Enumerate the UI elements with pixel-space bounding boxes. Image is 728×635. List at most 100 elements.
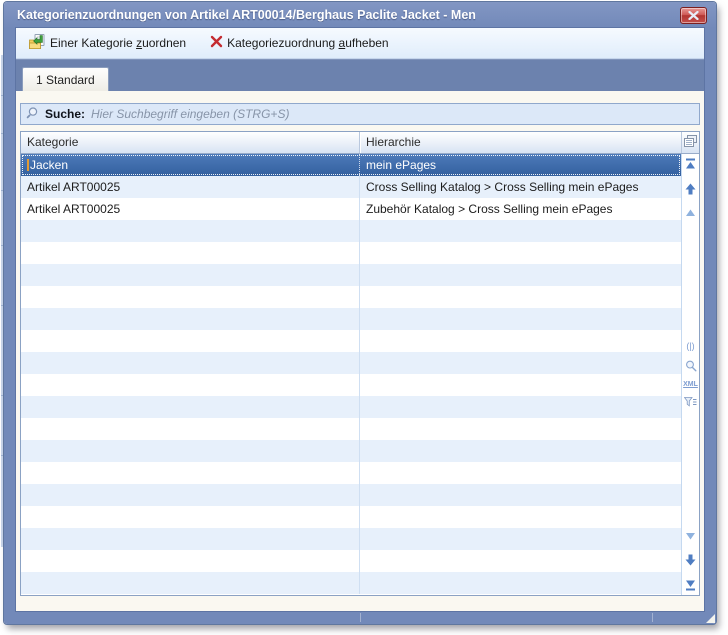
column-header-kategorie[interactable]: Kategorie (21, 132, 360, 153)
category-assignment-dialog: Kategorienzuordnungen von Artikel ART000… (4, 2, 716, 624)
filter-button[interactable] (684, 397, 697, 408)
bottom-border-grip (360, 613, 361, 622)
table-row-empty (21, 242, 681, 264)
cell-hierarchie (360, 308, 681, 330)
table-row-empty (21, 550, 681, 572)
table-row-empty (21, 308, 681, 330)
cell-kategorie (21, 374, 360, 396)
table-row-empty (21, 484, 681, 506)
table-row-empty (21, 506, 681, 528)
scroll-down-button[interactable] (685, 532, 696, 541)
dialog-body: Einer Kategorie zuordnen Kategoriezuordn… (16, 28, 704, 611)
close-button[interactable] (680, 7, 707, 24)
column-chooser-button[interactable] (681, 132, 699, 153)
cell-kategorie (21, 352, 360, 374)
search-input[interactable]: Suche: Hier Suchbegriff eingeben (STRG+S… (20, 103, 700, 125)
column-header-hierarchie[interactable]: Hierarchie (360, 132, 681, 153)
table-body: Jackenmein ePagesArtikel ART00025Cross S… (21, 154, 699, 595)
tab-standard-label: 1 Standard (36, 73, 95, 87)
table-row[interactable]: Jackenmein ePages (21, 154, 681, 176)
cell-hierarchie: mein ePages (360, 154, 681, 176)
window-title: Kategorienzuordnungen von Artikel ART000… (17, 8, 476, 22)
list-scroll-gutter: (|) XML (681, 154, 699, 595)
table-row-empty (21, 286, 681, 308)
table-row-empty (21, 572, 681, 594)
cell-kategorie: Jacken (21, 154, 360, 176)
cell-hierarchie: Cross Selling Katalog > Cross Selling me… (360, 176, 681, 198)
cell-hierarchie (360, 264, 681, 286)
page-down-button[interactable] (685, 554, 696, 566)
search-label: Suche: (45, 107, 85, 121)
cell-hierarchie (360, 462, 681, 484)
cell-hierarchie (360, 352, 681, 374)
title-bar[interactable]: Kategorienzuordnungen von Artikel ART000… (4, 2, 716, 28)
remove-assignment-button[interactable]: Kategoriezuordnung aufheben (205, 32, 394, 54)
cell-kategorie (21, 330, 360, 352)
cell-kategorie: Artikel ART00025 (21, 176, 360, 198)
assign-category-label: Einer Kategorie zuordnen (50, 36, 186, 50)
cell-hierarchie (360, 572, 681, 594)
cell-kategorie (21, 572, 360, 594)
cell-hierarchie (360, 418, 681, 440)
cell-hierarchie (360, 528, 681, 550)
xml-export-button[interactable]: XML (683, 381, 698, 388)
search-icon (26, 106, 39, 122)
page-up-button[interactable] (685, 183, 696, 195)
cell-kategorie (21, 506, 360, 528)
cell-hierarchie (360, 220, 681, 242)
assignments-table: Kategorie Hierarchie Jackenmein (20, 131, 700, 596)
cell-hierarchie (360, 440, 681, 462)
table-header: Kategorie Hierarchie (21, 132, 699, 154)
table-row-empty (21, 418, 681, 440)
cell-hierarchie (360, 374, 681, 396)
search-placeholder: Hier Suchbegriff eingeben (STRG+S) (91, 107, 289, 121)
cell-kategorie (21, 418, 360, 440)
cell-hierarchie (360, 484, 681, 506)
cell-hierarchie (360, 286, 681, 308)
cell-kategorie: Artikel ART00025 (21, 198, 360, 220)
tab-standard[interactable]: 1 Standard (22, 67, 109, 91)
assign-category-icon (29, 34, 46, 53)
cell-hierarchie (360, 506, 681, 528)
tab-content: Suche: Hier Suchbegriff eingeben (STRG+S… (16, 91, 704, 611)
cell-kategorie (21, 528, 360, 550)
table-row-empty (21, 264, 681, 286)
cell-hierarchie (360, 330, 681, 352)
remove-assignment-icon (210, 35, 223, 51)
table-row-empty (21, 330, 681, 352)
table-row-empty (21, 374, 681, 396)
cell-kategorie (21, 440, 360, 462)
scroll-to-top-button[interactable] (685, 158, 696, 170)
cell-kategorie (21, 550, 360, 572)
toolbar: Einer Kategorie zuordnen Kategoriezuordn… (16, 28, 704, 59)
cell-hierarchie (360, 242, 681, 264)
resize-grip[interactable] (706, 614, 715, 623)
cell-kategorie (21, 308, 360, 330)
scroll-to-bottom-button[interactable] (685, 579, 696, 591)
list-search-button[interactable] (685, 360, 697, 372)
cell-hierarchie: Zubehör Katalog > Cross Selling mein ePa… (360, 198, 681, 220)
table-row-empty (21, 528, 681, 550)
table-row-empty (21, 396, 681, 418)
remove-assignment-label: Kategoriezuordnung aufheben (227, 36, 389, 50)
cell-kategorie (21, 396, 360, 418)
table-row[interactable]: Artikel ART00025Cross Selling Katalog > … (21, 176, 681, 198)
cell-hierarchie (360, 396, 681, 418)
close-icon (688, 9, 699, 23)
table-row-empty (21, 352, 681, 374)
table-row[interactable]: Artikel ART00025Zubehör Katalog > Cross … (21, 198, 681, 220)
scroll-handle-icon[interactable]: (|) (686, 342, 694, 351)
assign-category-button[interactable]: Einer Kategorie zuordnen (24, 31, 191, 56)
table-row-empty (21, 220, 681, 242)
cell-kategorie (21, 484, 360, 506)
bottom-border-grip (652, 613, 653, 622)
scroll-up-button[interactable] (685, 208, 696, 217)
cell-kategorie (21, 462, 360, 484)
column-chooser-icon (684, 135, 697, 150)
table-rows: Jackenmein ePagesArtikel ART00025Cross S… (21, 154, 681, 595)
table-row-empty (21, 440, 681, 462)
cell-hierarchie (360, 550, 681, 572)
cell-kategorie (21, 286, 360, 308)
cell-kategorie (21, 264, 360, 286)
table-row-empty (21, 462, 681, 484)
